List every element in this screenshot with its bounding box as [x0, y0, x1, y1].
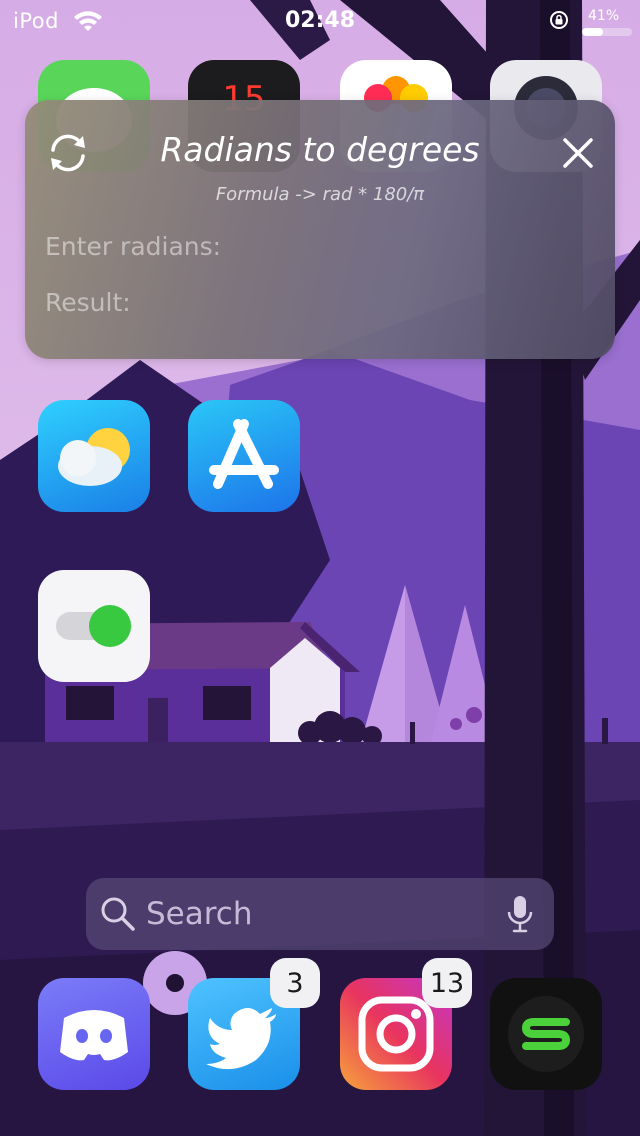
search-icon [101, 897, 135, 931]
orientation-lock-icon [550, 11, 568, 29]
app-store-app-icon[interactable] [188, 400, 300, 512]
status-bar: iPod 02:48 41% [0, 0, 640, 42]
twitter-badge: 3 [270, 958, 320, 1008]
instagram-badge: 13 [422, 958, 472, 1008]
sileo-app-icon[interactable] [490, 978, 602, 1090]
formula-text: Formula -> rad * 180/π [215, 184, 425, 205]
result-label: Result: [45, 288, 131, 317]
weather-app-icon[interactable] [38, 400, 150, 512]
discord-app-icon[interactable] [38, 978, 150, 1090]
battery-percent: 41% [588, 8, 620, 24]
close-icon[interactable] [558, 133, 598, 173]
status-time: 02:48 [284, 8, 356, 33]
battery-level-bar [582, 28, 603, 36]
battery-icon [582, 28, 632, 36]
radians-input[interactable] [45, 228, 565, 264]
widget-title: Radians to degrees [160, 130, 480, 169]
microphone-icon[interactable] [506, 894, 534, 934]
settings-toggle-app-icon[interactable] [38, 570, 150, 682]
refresh-icon[interactable] [45, 130, 91, 176]
search-input[interactable] [146, 892, 486, 936]
